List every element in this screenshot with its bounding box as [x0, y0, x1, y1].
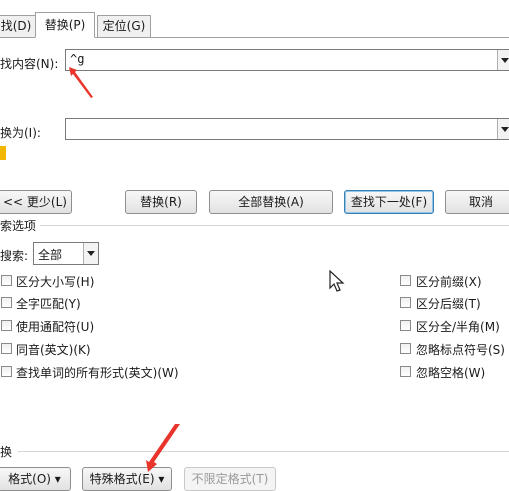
checkbox-label[interactable]: 区分全/半角(M) — [416, 318, 500, 335]
section-divider — [40, 225, 509, 226]
search-direction-label: 搜索: — [0, 249, 29, 263]
format-indicator-icon — [0, 146, 6, 160]
checkbox-label[interactable]: 查找单词的所有形式(英文)(W) — [16, 364, 179, 381]
chevron-down-icon[interactable] — [83, 243, 98, 264]
replace-section-title: 换 — [0, 445, 13, 459]
tab-find[interactable]: 找(D) — [0, 15, 36, 37]
checkbox-label[interactable]: 忽略空格(W) — [416, 364, 485, 381]
replace-dropdown-icon[interactable] — [497, 119, 509, 139]
section-divider — [18, 451, 509, 452]
checkbox-ignore-punctuation[interactable] — [400, 343, 411, 354]
replace-button[interactable]: 替换(R) — [125, 190, 197, 214]
format-button[interactable]: 格式(O) ▾ — [0, 467, 71, 491]
find-next-button[interactable]: 查找下一处(F) — [344, 190, 434, 214]
annotation-arrow-icon — [146, 424, 180, 472]
checkbox-label[interactable]: 使用通配符(U) — [16, 318, 94, 335]
less-button[interactable]: << 更少(L) — [0, 190, 72, 214]
tab-goto[interactable]: 定位(G) — [97, 15, 151, 37]
checkbox-label[interactable]: 同音(英文)(K) — [16, 341, 91, 358]
mouse-cursor-icon — [329, 270, 345, 292]
cancel-button[interactable]: 取消 — [445, 190, 509, 214]
checkbox-wildcards[interactable] — [1, 320, 12, 331]
replace-all-button[interactable]: 全部替换(A) — [209, 190, 333, 214]
checkbox-label[interactable]: 忽略标点符号(S) — [416, 341, 505, 358]
checkbox-match-suffix[interactable] — [400, 297, 411, 308]
checkbox-sounds-like[interactable] — [1, 343, 12, 354]
checkbox-label[interactable]: 区分大小写(H) — [16, 273, 94, 290]
replace-combo[interactable] — [65, 118, 509, 140]
annotation-arrow-icon — [69, 67, 93, 98]
checkbox-all-word-forms[interactable] — [1, 366, 12, 377]
checkbox-label[interactable]: 区分后缀(T) — [416, 295, 481, 312]
tab-replace[interactable]: 替换(P) — [35, 12, 95, 38]
search-direction-select[interactable]: 全部 — [33, 242, 99, 265]
checkbox-match-case[interactable] — [1, 275, 12, 286]
checkbox-full-half-width[interactable] — [400, 320, 411, 331]
checkbox-label[interactable]: 区分前缀(X) — [416, 273, 482, 290]
find-dropdown-icon[interactable] — [497, 50, 509, 70]
no-formatting-button[interactable]: 不限定格式(T) — [184, 467, 276, 491]
find-combo[interactable]: ^g — [65, 49, 509, 71]
search-options-title: 索选项 — [0, 219, 37, 233]
search-direction-value: 全部 — [38, 248, 63, 262]
find-label: 找内容(N): — [0, 57, 59, 71]
checkbox-ignore-whitespace[interactable] — [400, 366, 411, 377]
checkbox-label[interactable]: 全字匹配(Y) — [16, 295, 81, 312]
replace-label: 换为(I): — [0, 126, 41, 140]
checkbox-match-prefix[interactable] — [400, 275, 411, 286]
checkbox-whole-word[interactable] — [1, 297, 12, 308]
